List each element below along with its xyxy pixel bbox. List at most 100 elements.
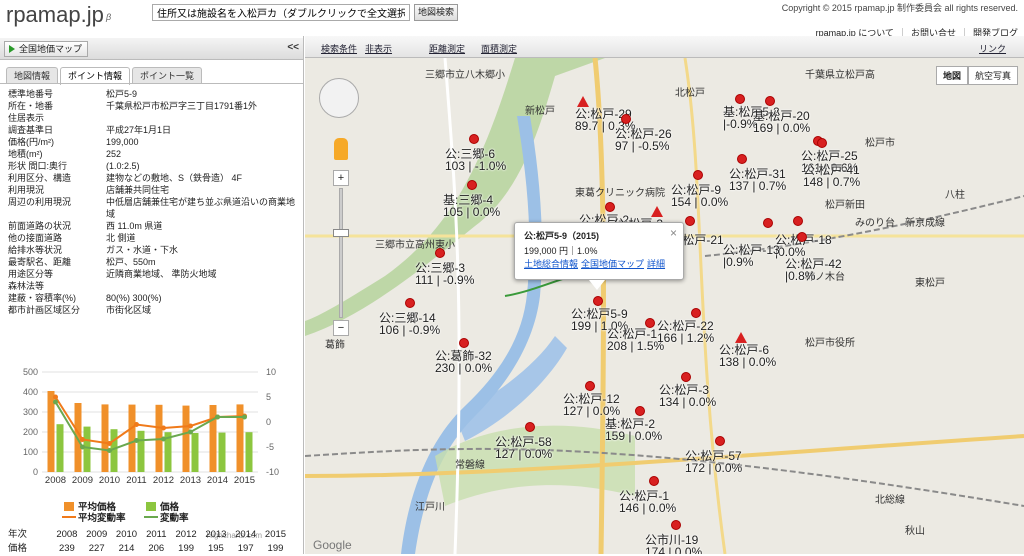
map-type-satellite-button[interactable]: 航空写真: [967, 66, 1018, 85]
price-point-marker[interactable]: [737, 154, 747, 164]
point-value: |0.8%: [785, 269, 816, 283]
rate-point: [80, 444, 85, 450]
price-point-marker[interactable]: [693, 170, 703, 180]
price-point-marker[interactable]: [765, 96, 775, 106]
zoom-in-button[interactable]: +: [333, 170, 349, 186]
tab-map-info[interactable]: 地図情報: [6, 67, 59, 84]
avg-rate-point: [161, 425, 166, 431]
price-point-label[interactable]: 公:松戸-13 |0.9%: [723, 244, 780, 268]
price-point-label[interactable]: 公:葛飾-32 230 | 0.0%: [435, 350, 492, 374]
popup-link-land-info[interactable]: 土地総合情報: [524, 259, 578, 269]
price-point-marker[interactable]: [621, 114, 631, 124]
price-point-marker[interactable]: [593, 296, 603, 306]
search-conditions-link[interactable]: 検索条件: [321, 42, 357, 55]
bar-avg-price: [182, 405, 190, 472]
place-label: 常磐線: [455, 460, 485, 471]
bar-price: [83, 426, 91, 472]
price-point-marker[interactable]: [435, 248, 445, 258]
price-point-marker[interactable]: [793, 216, 803, 226]
zoom-slider-knob[interactable]: [333, 229, 349, 237]
map-area[interactable]: 検索条件 非表示 距離測定 面積測定 リンク 地図 航空写真 + − 三郷市立八…: [305, 36, 1024, 554]
price-point-marker[interactable]: [467, 180, 477, 190]
info-row: 前面道路の状況 西 11.0m 県道: [8, 220, 300, 232]
y-tick-right: 10: [266, 367, 276, 377]
price-point-marker[interactable]: [605, 202, 615, 212]
info-row: 価格(円/m²) 199,000: [8, 136, 300, 148]
point-value: 111 | -0.9%: [415, 273, 475, 287]
info-key: 地積(m²): [8, 149, 43, 159]
price-point-marker[interactable]: [525, 422, 535, 432]
price-point-label[interactable]: 公市川-19 174 | 0.0%: [645, 534, 702, 554]
price-point-marker[interactable]: [817, 138, 827, 148]
price-point-label[interactable]: 公:松戸-3 134 | 0.0%: [659, 384, 716, 408]
price-point-marker[interactable]: [735, 94, 745, 104]
price-point-label[interactable]: 公:松戸-1 146 | 0.0%: [619, 490, 676, 514]
popup-link-detail[interactable]: 詳細: [647, 259, 665, 269]
popup-price: 199,000 円｜1.0%: [524, 246, 598, 256]
rate-point: [53, 399, 58, 405]
map-type-map-button[interactable]: 地図: [935, 66, 968, 85]
price-point-label[interactable]: 公:松戸-26 97 | -0.5%: [615, 128, 672, 152]
price-point-marker[interactable]: [715, 436, 725, 446]
price-point-label[interactable]: 基:三郷-4 105 | 0.0%: [443, 194, 500, 218]
price-point-marker[interactable]: [585, 381, 595, 391]
collapse-panel-button[interactable]: <<: [287, 42, 299, 53]
price-point-label[interactable]: 基:松戸-20 169 | 0.0%: [753, 110, 810, 134]
info-value: 千葉県松戸市松戸字三丁目1791番1外: [106, 101, 258, 111]
search-input[interactable]: [152, 4, 410, 21]
top-bar: rpamap.jp β 地図検索 Copyright © 2015 rpamap…: [0, 0, 1024, 38]
link-link[interactable]: リンク: [979, 42, 1006, 55]
price-point-label[interactable]: 公:松戸-6 138 | 0.0%: [719, 344, 776, 368]
price-point-label[interactable]: 基:松戸-2 159 | 0.0%: [605, 418, 662, 442]
street-view-pegman-icon[interactable]: [334, 138, 348, 160]
price-point-marker[interactable]: [797, 232, 807, 242]
price-point-marker[interactable]: [763, 218, 773, 228]
info-row: 最寄駅名、距離 松戸、550m: [8, 256, 300, 268]
legend-label: 価格: [159, 501, 180, 513]
point-info-table: 標準地番号 松戸5-9 所在・地番 千葉県松戸市松戸字三丁目1791番1外 住居表示 調査…: [8, 88, 300, 316]
price-point-marker[interactable]: [459, 338, 469, 348]
price-point-marker[interactable]: [671, 520, 681, 530]
y-tick-right: -10: [266, 467, 279, 477]
map-search-button[interactable]: 地図検索: [414, 4, 459, 21]
popup-close-icon[interactable]: ×: [670, 226, 677, 240]
price-point-label[interactable]: 公:三郷-14 106 | -0.9%: [379, 312, 440, 336]
info-row: 地積(m²) 252: [8, 148, 300, 160]
price-point-label[interactable]: 公:松戸-42 |0.8%: [785, 258, 842, 282]
price-point-label[interactable]: 公:三郷-3 111 | -0.9%: [415, 262, 474, 286]
table-header-cell: 2011: [146, 529, 167, 540]
national-map-button[interactable]: 全国地価マップ: [4, 41, 89, 57]
price-point-marker[interactable]: [681, 372, 691, 382]
price-point-marker[interactable]: [651, 206, 663, 217]
tab-point-list[interactable]: ポイント一覧: [132, 67, 203, 84]
price-point-marker[interactable]: [735, 332, 747, 343]
price-point-label[interactable]: 公:三郷-6 103 | -1.0%: [445, 148, 506, 172]
zoom-out-button[interactable]: −: [333, 320, 349, 336]
price-point-label[interactable]: 公:松戸-1 208 | 1.5%: [607, 328, 664, 352]
table-header-cell: 2009: [86, 529, 108, 540]
popup-link-national-map[interactable]: 全国地価マップ: [581, 259, 644, 269]
area-measure-link[interactable]: 面積測定: [481, 42, 517, 55]
price-point-marker[interactable]: [685, 216, 695, 226]
price-point-label[interactable]: 公:松戸-12 127 | 0.0%: [563, 393, 620, 417]
price-point-marker[interactable]: [691, 308, 701, 318]
zoom-slider[interactable]: [333, 188, 349, 318]
price-point-label[interactable]: 公:松戸-41 148 | 0.7%: [803, 164, 860, 188]
price-point-marker[interactable]: [469, 134, 479, 144]
price-point-label[interactable]: 公:松戸-9 154 | 0.0%: [671, 184, 728, 208]
price-point-label[interactable]: 公:松戸-57 172 | 0.0%: [685, 450, 742, 474]
price-point-marker[interactable]: [405, 298, 415, 308]
price-point-marker[interactable]: [635, 406, 645, 416]
price-point-label[interactable]: 公:松戸-22 166 | 1.2%: [657, 320, 714, 344]
hide-link[interactable]: 非表示: [365, 42, 392, 55]
price-point-label[interactable]: 公:松戸-58 127 | 0.0%: [495, 436, 552, 460]
price-point-marker[interactable]: [577, 96, 589, 107]
site-logo[interactable]: rpamap.jp: [6, 2, 104, 28]
map-base[interactable]: [305, 36, 1024, 554]
place-label: 松戸市役所: [805, 338, 855, 349]
distance-measure-link[interactable]: 距離測定: [429, 42, 465, 55]
pan-control[interactable]: [319, 78, 359, 118]
price-point-marker[interactable]: [649, 476, 659, 486]
price-point-label[interactable]: 公:松戸-31 137 | 0.7%: [729, 168, 786, 192]
info-value: 西 11.0m 県道: [106, 221, 163, 231]
